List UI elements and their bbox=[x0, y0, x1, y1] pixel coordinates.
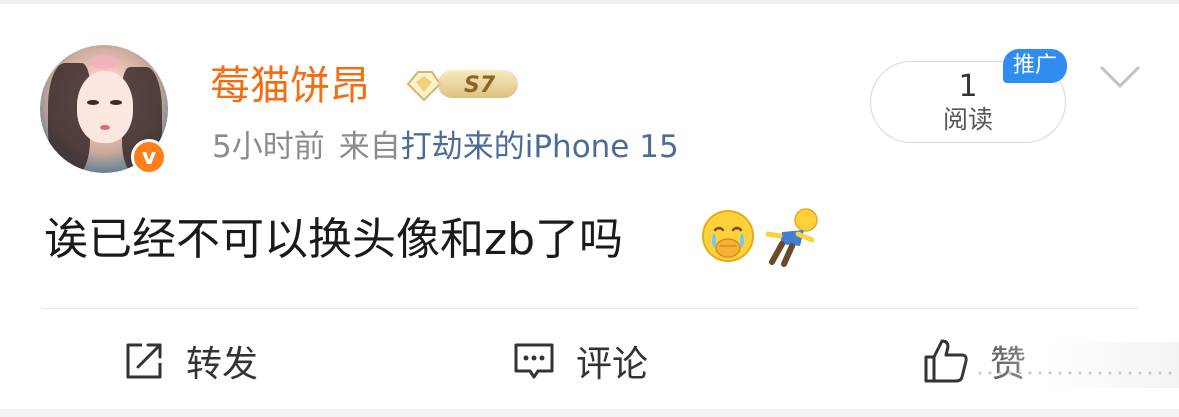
repost-icon bbox=[126, 343, 162, 379]
post-time: 5小时前 bbox=[212, 129, 325, 165]
post-text: 诶已经不可以换头像和zb了吗 bbox=[44, 214, 624, 265]
promo-tag: 推广 bbox=[1003, 49, 1067, 83]
crying-emoji-icon bbox=[702, 210, 754, 262]
verified-icon: v bbox=[131, 139, 167, 175]
source-device-link[interactable]: 打劫来的iPhone 15 bbox=[401, 129, 679, 165]
repost-label: 转发 bbox=[186, 344, 259, 385]
falling-figure-emoji-icon bbox=[765, 208, 818, 267]
source-label: 来自 bbox=[338, 129, 401, 165]
comment-label: 评论 bbox=[576, 344, 649, 385]
watermark-dots bbox=[975, 370, 1175, 376]
reads-label: 阅读 bbox=[942, 105, 993, 134]
username[interactable]: 莓猫饼昂 bbox=[210, 58, 370, 114]
top-separator bbox=[0, 0, 1179, 4]
comment-button[interactable]: 评论 bbox=[512, 333, 648, 389]
rank-badge-icon[interactable]: S7 bbox=[404, 62, 522, 106]
watermark-overlay bbox=[958, 342, 1179, 388]
chevron-down-icon[interactable] bbox=[1098, 62, 1142, 92]
post-meta: 5小时前 来自打劫来的iPhone 15 bbox=[212, 124, 679, 170]
rank-badge-text: S7 bbox=[464, 73, 496, 98]
comment-icon bbox=[514, 343, 554, 379]
bottom-separator bbox=[0, 409, 1179, 417]
divider bbox=[42, 308, 1138, 309]
repost-button[interactable]: 转发 bbox=[122, 333, 258, 389]
